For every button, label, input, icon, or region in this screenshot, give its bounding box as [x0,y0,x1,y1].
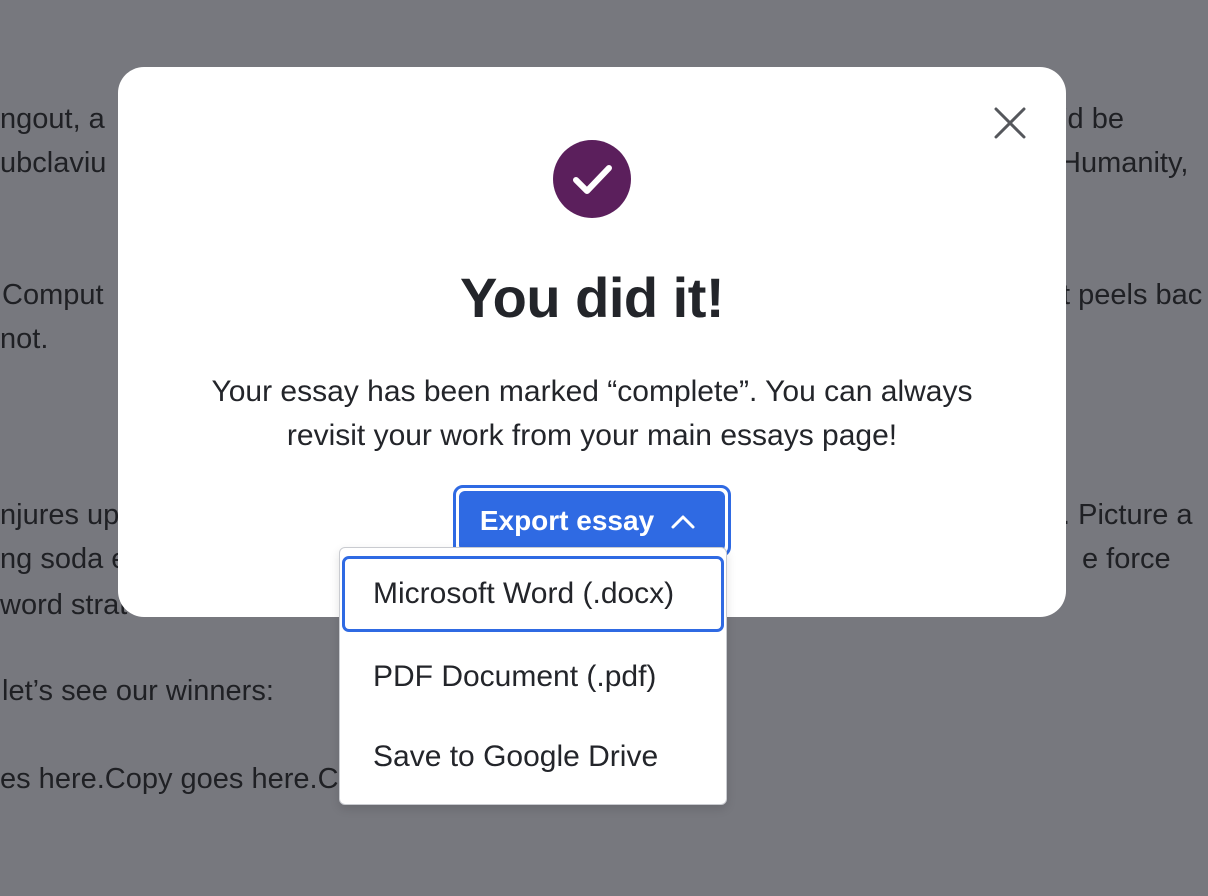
menu-item-word[interactable]: Microsoft Word (.docx) [342,556,724,632]
close-button[interactable] [986,99,1034,147]
export-essay-label: Export essay [479,505,655,536]
chevron-up-icon [671,515,695,529]
modal-title: You did it! [459,266,725,329]
modal-message: Your essay has been marked “complete”. Y… [211,375,973,452]
export-menu: Microsoft Word (.docx) PDF Document (.pd… [339,547,727,805]
menu-item-pdf[interactable]: PDF Document (.pdf) [342,639,724,715]
close-icon [994,107,1026,139]
menu-item-google-drive[interactable]: Save to Google Drive [342,719,724,795]
check-circle-icon [553,140,631,218]
